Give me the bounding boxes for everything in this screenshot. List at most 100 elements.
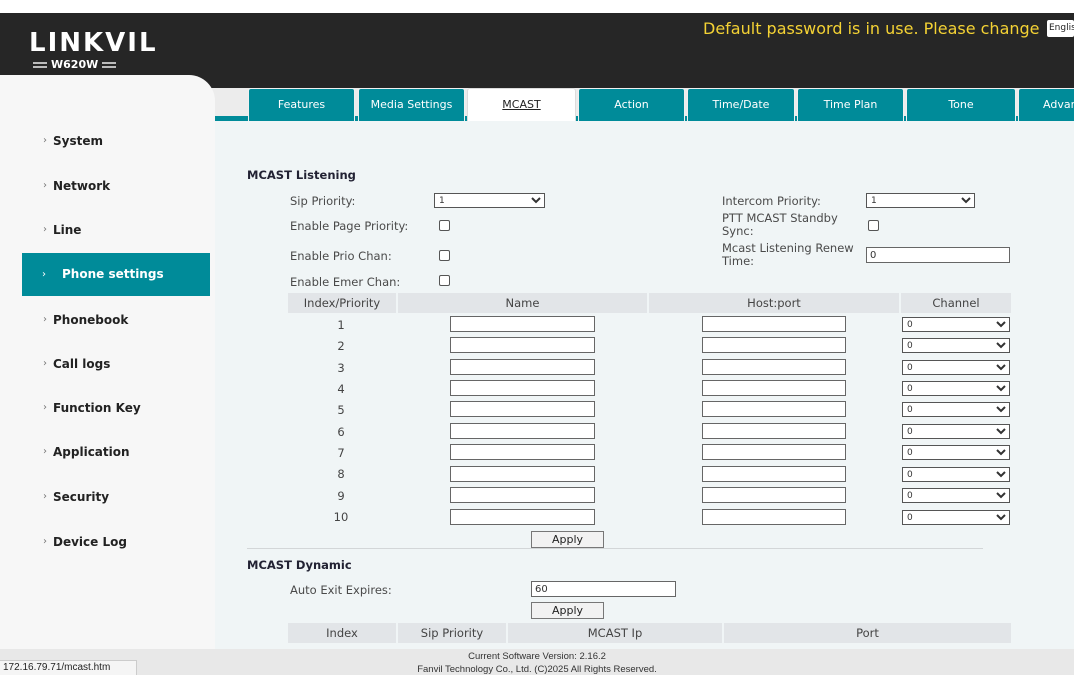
row-host-port-input[interactable] xyxy=(702,359,846,375)
tab-time-date[interactable]: Time/Date xyxy=(687,88,795,121)
tab-tone[interactable]: Tone xyxy=(906,88,1016,121)
language-select[interactable]: English xyxy=(1047,20,1074,37)
ptt-mcast-standby-label: PTT MCAST Standby Sync: xyxy=(722,211,838,238)
logo-text: LINKVIL xyxy=(29,28,158,58)
enable-prio-chan-label: Enable Prio Chan: xyxy=(290,249,392,263)
row-host-port-input[interactable] xyxy=(702,423,846,439)
row-index: 5 xyxy=(337,403,345,417)
enable-prio-chan-checkbox[interactable] xyxy=(439,250,450,261)
row-index: 9 xyxy=(337,489,345,503)
row-name-input[interactable] xyxy=(450,487,595,503)
sidebar-item-phone-settings[interactable]: › Phone settings xyxy=(22,253,210,296)
default-password-warning[interactable]: Default password is in use. Please chang… xyxy=(703,19,1040,38)
chevron-right-icon: › xyxy=(43,358,47,369)
logo: LINKVIL W620W xyxy=(29,30,158,71)
chevron-right-icon: › xyxy=(43,446,47,457)
row-channel-select[interactable]: 0 xyxy=(902,510,1010,525)
sidebar-item-device-log[interactable]: › Device Log xyxy=(0,527,215,557)
tab-action[interactable]: Action xyxy=(578,88,685,121)
row-channel-select[interactable]: 0 xyxy=(902,360,1010,375)
table-header-channel: Channel xyxy=(901,293,1011,313)
auto-exit-expires-input[interactable] xyxy=(531,581,676,597)
mcast-dynamic-title: MCAST Dynamic xyxy=(247,558,352,572)
row-name-input[interactable] xyxy=(450,444,595,460)
tab-mcast[interactable]: MCAST xyxy=(467,88,576,122)
tab-time-plan[interactable]: Time Plan xyxy=(797,88,904,121)
row-index: 1 xyxy=(337,318,345,332)
row-channel-select[interactable]: 0 xyxy=(902,445,1010,460)
enable-page-priority-checkbox[interactable] xyxy=(439,220,450,231)
chevron-right-icon: › xyxy=(43,224,47,235)
sidebar-item-network[interactable]: › Network xyxy=(0,171,215,201)
row-host-port-input[interactable] xyxy=(702,444,846,460)
sidebar-item-line[interactable]: › Line xyxy=(0,215,215,245)
row-index: 8 xyxy=(337,467,345,481)
dynamic-header-mcast-ip: MCAST Ip xyxy=(508,623,722,643)
table-header-name: Name xyxy=(398,293,647,313)
intercom-priority-label: Intercom Priority: xyxy=(722,194,821,208)
row-index: 6 xyxy=(337,425,345,439)
row-host-port-input[interactable] xyxy=(702,509,846,525)
dynamic-header-port: Port xyxy=(724,623,1011,643)
software-version: Current Software Version: 2.16.2 xyxy=(468,651,606,662)
chevron-right-icon: › xyxy=(43,135,47,146)
row-channel-select[interactable]: 0 xyxy=(902,488,1010,503)
apply-dynamic-button[interactable]: Apply xyxy=(531,602,604,619)
row-host-port-input[interactable] xyxy=(702,466,846,482)
row-index: 2 xyxy=(337,339,345,353)
row-channel-select[interactable]: 0 xyxy=(902,402,1010,417)
row-name-input[interactable] xyxy=(450,337,595,353)
mcast-renew-time-input[interactable] xyxy=(866,247,1010,263)
row-name-input[interactable] xyxy=(450,423,595,439)
row-host-port-input[interactable] xyxy=(702,401,846,417)
row-host-port-input[interactable] xyxy=(702,337,846,353)
row-host-port-input[interactable] xyxy=(702,316,846,332)
dynamic-header-index: Index xyxy=(288,623,396,643)
enable-emer-chan-label: Enable Emer Chan: xyxy=(290,275,401,289)
apply-listening-button[interactable]: Apply xyxy=(531,531,604,548)
row-name-input[interactable] xyxy=(450,316,595,332)
row-name-input[interactable] xyxy=(450,401,595,417)
row-name-input[interactable] xyxy=(450,380,595,396)
sidebar-top-curve xyxy=(0,75,215,122)
auto-exit-expires-label: Auto Exit Expires: xyxy=(290,583,392,597)
row-channel-select[interactable]: 0 xyxy=(902,467,1010,482)
row-name-input[interactable] xyxy=(450,466,595,482)
sidebar-item-call-logs[interactable]: › Call logs xyxy=(0,349,215,379)
sidebar-item-phonebook[interactable]: › Phonebook xyxy=(0,305,215,335)
row-name-input[interactable] xyxy=(450,509,595,525)
row-channel-select[interactable]: 0 xyxy=(902,317,1010,332)
sidebar-item-system[interactable]: › System xyxy=(0,126,215,156)
sidebar-item-application[interactable]: › Application xyxy=(0,437,215,467)
row-name-input[interactable] xyxy=(450,359,595,375)
row-index: 10 xyxy=(333,510,349,524)
table-header-index-priority: Index/Priority xyxy=(288,293,396,313)
chevron-right-icon: › xyxy=(43,402,47,413)
model-label: W620W xyxy=(29,58,158,71)
intercom-priority-select[interactable]: 1 xyxy=(866,193,975,208)
enable-emer-chan-checkbox[interactable] xyxy=(439,275,450,286)
status-bar-url: 172.16.79.71/mcast.htm xyxy=(0,660,137,675)
top-strip xyxy=(0,0,1074,13)
chevron-right-icon: › xyxy=(43,180,47,191)
row-index: 4 xyxy=(337,382,345,396)
sip-priority-label: Sip Priority: xyxy=(290,194,356,208)
row-channel-select[interactable]: 0 xyxy=(902,381,1010,396)
row-host-port-input[interactable] xyxy=(702,487,846,503)
row-channel-select[interactable]: 0 xyxy=(902,424,1010,439)
mcast-listening-title: MCAST Listening xyxy=(247,168,356,182)
row-host-port-input[interactable] xyxy=(702,380,846,396)
tab-media-settings[interactable]: Media Settings xyxy=(358,88,465,121)
table-header-host-port: Host:port xyxy=(649,293,899,313)
chevron-right-icon: › xyxy=(43,536,47,547)
chevron-right-icon: › xyxy=(43,314,47,325)
row-channel-select[interactable]: 0 xyxy=(902,338,1010,353)
sidebar-item-function-key[interactable]: › Function Key xyxy=(0,393,215,423)
sip-priority-select[interactable]: 1 xyxy=(434,193,545,208)
tab-advanced[interactable]: Advanced xyxy=(1018,88,1074,121)
ptt-mcast-standby-checkbox[interactable] xyxy=(868,220,879,231)
chevron-right-icon: › xyxy=(42,269,46,280)
copyright: Fanvil Technology Co., Ltd. (C)2025 All … xyxy=(417,664,657,675)
tab-features[interactable]: Features xyxy=(248,88,355,121)
sidebar-item-security[interactable]: › Security xyxy=(0,482,215,512)
